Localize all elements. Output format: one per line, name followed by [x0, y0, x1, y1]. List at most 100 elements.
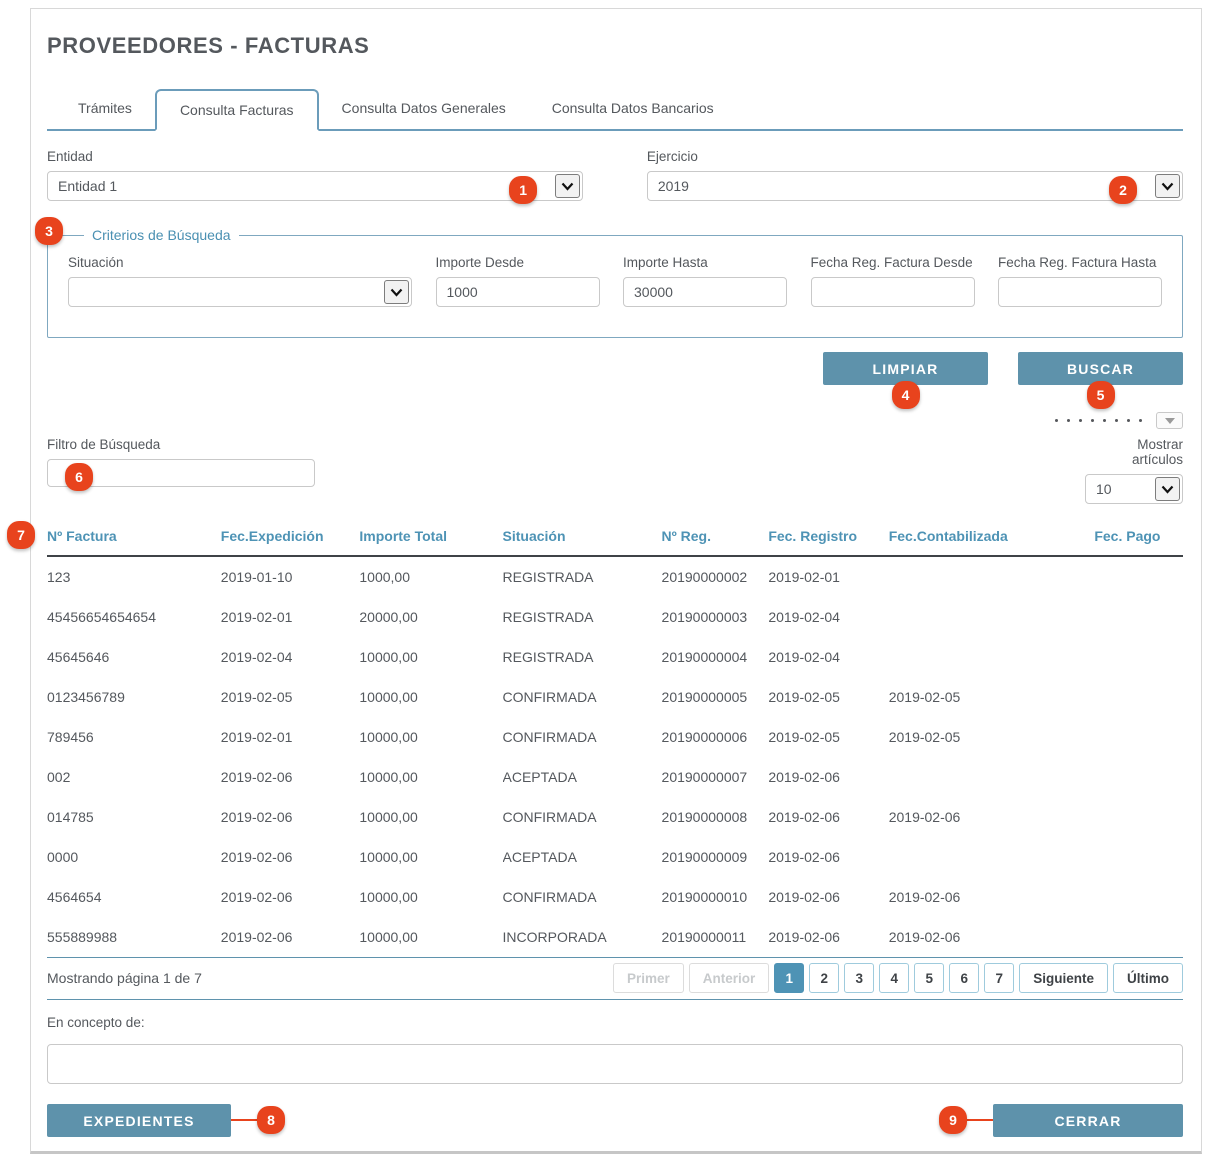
collapse-toggle-button[interactable] [1156, 412, 1183, 429]
last-page-button[interactable]: Último [1113, 963, 1183, 993]
table-cell: 0123456789 [47, 689, 221, 705]
ejercicio-field: Ejercicio 2019 2 [647, 149, 1183, 201]
concepto-field: En concepto de: [47, 1015, 1183, 1084]
table-cell: 2019-02-04 [768, 649, 888, 665]
chevron-down-icon [1155, 174, 1180, 198]
table-cell: 2019-02-06 [221, 849, 360, 865]
table-cell: 2019-02-06 [221, 809, 360, 825]
column-header-n-reg: Nº Reg. [662, 528, 769, 544]
table-row[interactable]: 1232019-01-101000,00REGISTRADA2019000000… [47, 557, 1183, 597]
next-page-button[interactable]: Siguiente [1019, 963, 1108, 993]
table-cell: 20190000006 [662, 729, 769, 745]
fecha-reg-desde-input[interactable] [811, 277, 975, 307]
ejercicio-select[interactable]: 2019 [647, 171, 1183, 201]
table-cell: 2019-02-01 [221, 729, 360, 745]
table-header-row: Nº FacturaFec.ExpediciónImporte TotalSit… [47, 528, 1183, 557]
table-cell: 2019-02-05 [221, 689, 360, 705]
importe-hasta-field: Importe Hasta [623, 255, 787, 307]
prev-page-button[interactable]: Anterior [689, 963, 770, 993]
table-cell: 10000,00 [359, 809, 502, 825]
annotation-badge-5: 5 [1087, 381, 1115, 409]
tab-consulta-datos-bancarios[interactable]: Consulta Datos Bancarios [529, 89, 737, 129]
table-row[interactable]: 454566546546542019-02-0120000,00REGISTRA… [47, 597, 1183, 637]
table-row[interactable]: 5558899882019-02-0610000,00INCORPORADA20… [47, 917, 1183, 957]
page-button-1[interactable]: 1 [774, 963, 804, 993]
page-button-3[interactable]: 3 [844, 963, 874, 993]
column-header-fec-expedicion: Fec.Expedición [221, 528, 360, 544]
fecha-reg-hasta-input[interactable] [998, 277, 1162, 307]
first-page-button[interactable]: Primer [613, 963, 684, 993]
table-cell: 10000,00 [359, 889, 502, 905]
table-cell: 2019-02-06 [768, 849, 888, 865]
annotation-badge-2: 2 [1109, 176, 1137, 204]
table-cell: 10000,00 [359, 649, 502, 665]
entidad-label: Entidad [47, 149, 583, 164]
table-row[interactable]: 01234567892019-02-0510000,00CONFIRMADA20… [47, 677, 1183, 717]
fecha-reg-desde-field: Fecha Reg. Factura Desde [811, 255, 975, 307]
table-cell: ACEPTADA [503, 849, 662, 865]
table-cell: 2019-02-06 [221, 929, 360, 945]
table-cell: 555889988 [47, 929, 221, 945]
table-row[interactable]: 456456462019-02-0410000,00REGISTRADA2019… [47, 637, 1183, 677]
annotation-badge-4: 4 [892, 381, 920, 409]
annotation-badge-8: 8 [257, 1106, 285, 1134]
pagination-status: Mostrando página 1 de 7 [47, 970, 202, 986]
table-row[interactable]: 45646542019-02-0610000,00CONFIRMADA20190… [47, 877, 1183, 917]
tab-tramites[interactable]: Trámites [55, 89, 155, 129]
table-cell: 2019-02-05 [768, 689, 888, 705]
table-cell: CONFIRMADA [503, 689, 662, 705]
page-button-4[interactable]: 4 [879, 963, 909, 993]
table-row[interactable]: 0147852019-02-0610000,00CONFIRMADA201900… [47, 797, 1183, 837]
table-cell: REGISTRADA [503, 609, 662, 625]
entidad-field: Entidad Entidad 1 1 [47, 149, 583, 201]
mostrar-articulos-select[interactable]: 10 [1085, 474, 1183, 504]
table-cell: REGISTRADA [503, 569, 662, 585]
table-cell: 2019-02-06 [889, 809, 1095, 825]
table-cell: 2019-02-04 [768, 609, 888, 625]
criterios-busqueda-legend: Criterios de Búsqueda [84, 227, 239, 243]
tab-consulta-facturas[interactable]: Consulta Facturas [155, 89, 319, 131]
column-header-n-factura: Nº Factura [47, 528, 221, 544]
ejercicio-label: Ejercicio [647, 149, 1183, 164]
page-button-2[interactable]: 2 [809, 963, 839, 993]
mostrar-articulos-field: Mostrar artículos 10 [1085, 437, 1183, 504]
annotation-badge-9: 9 [939, 1106, 967, 1134]
table-row[interactable]: 7894562019-02-0110000,00CONFIRMADA201900… [47, 717, 1183, 757]
situacion-select[interactable] [68, 277, 412, 307]
annotation-badge-1: 1 [509, 176, 537, 204]
table-cell: 2019-01-10 [221, 569, 360, 585]
table-row[interactable]: 0022019-02-0610000,00ACEPTADA20190000007… [47, 757, 1183, 797]
proveedores-facturas-window: PROVEEDORES - FACTURAS TrámitesConsulta … [30, 8, 1202, 1154]
page-button-7[interactable]: 7 [984, 963, 1014, 993]
column-header-importe-total: Importe Total [359, 528, 502, 544]
table-row[interactable]: 00002019-02-0610000,00ACEPTADA2019000000… [47, 837, 1183, 877]
fecha-reg-hasta-field: Fecha Reg. Factura Hasta [998, 255, 1162, 307]
badge-connector-line [967, 1119, 993, 1121]
table-cell: 2019-02-05 [889, 729, 1095, 745]
fecha-reg-desde-label: Fecha Reg. Factura Desde [811, 255, 975, 270]
importe-hasta-label: Importe Hasta [623, 255, 787, 270]
page-button-6[interactable]: 6 [949, 963, 979, 993]
importe-desde-input[interactable] [436, 277, 600, 307]
cerrar-button[interactable]: CERRAR [993, 1104, 1183, 1137]
expedientes-button[interactable]: EXPEDIENTES [47, 1104, 231, 1137]
table-cell: REGISTRADA [503, 649, 662, 665]
table-cell: 20190000007 [662, 769, 769, 785]
table-cell: 2019-02-04 [221, 649, 360, 665]
tab-bar: TrámitesConsulta FacturasConsulta Datos … [47, 89, 1183, 131]
entidad-select[interactable]: Entidad 1 [47, 171, 583, 201]
table-cell: 20190000004 [662, 649, 769, 665]
table-cell: 10000,00 [359, 929, 502, 945]
table-cell: 014785 [47, 809, 221, 825]
page-title: PROVEEDORES - FACTURAS [47, 33, 1183, 59]
table-cell: 20190000003 [662, 609, 769, 625]
table-cell: 20190000010 [662, 889, 769, 905]
table-cell: 002 [47, 769, 221, 785]
importe-hasta-input[interactable] [623, 277, 787, 307]
page-button-5[interactable]: 5 [914, 963, 944, 993]
tab-consulta-datos-generales[interactable]: Consulta Datos Generales [319, 89, 529, 129]
table-cell: CONFIRMADA [503, 729, 662, 745]
table-cell: 10000,00 [359, 729, 502, 745]
chevron-down-icon [384, 280, 409, 304]
concepto-input[interactable] [47, 1044, 1183, 1084]
